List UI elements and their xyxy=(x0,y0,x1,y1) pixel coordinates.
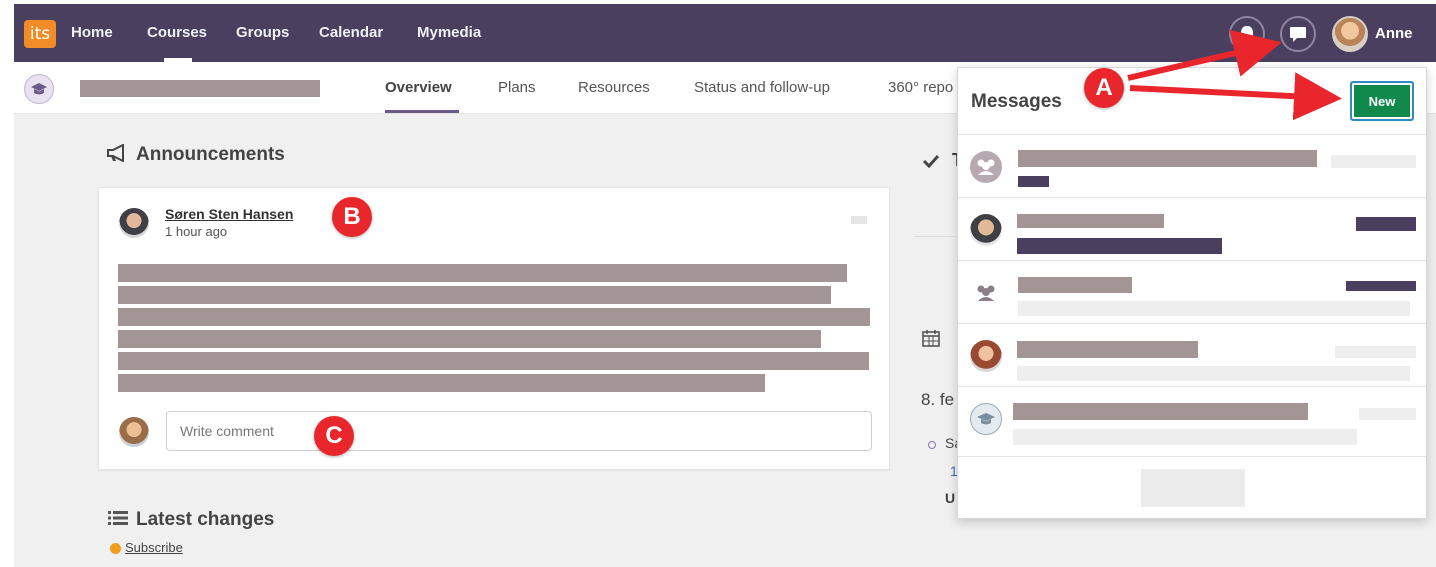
checkmark-icon xyxy=(922,154,940,168)
user-name[interactable]: Anne xyxy=(1375,25,1413,42)
page: its Home Courses Groups Calendar Mymedia… xyxy=(14,4,1436,567)
nav-calendar[interactable]: Calendar xyxy=(319,24,383,41)
sender-avatar xyxy=(970,214,1002,246)
bell-icon xyxy=(1239,26,1255,44)
author-avatar[interactable] xyxy=(119,208,149,238)
post-timestamp: 1 hour ago xyxy=(165,224,228,239)
speech-bubble-icon xyxy=(1290,27,1306,42)
redacted-subject xyxy=(1018,277,1132,293)
nav-courses[interactable]: Courses xyxy=(147,24,207,41)
redacted-preview xyxy=(1013,429,1357,445)
tab-resources[interactable]: Resources xyxy=(578,79,650,96)
message-thread[interactable] xyxy=(958,134,1426,197)
active-tab-indicator xyxy=(385,110,459,113)
megaphone-icon xyxy=(107,143,124,163)
graduation-cap-icon[interactable] xyxy=(24,74,54,104)
top-navigation: its Home Courses Groups Calendar Mymedia… xyxy=(14,4,1436,62)
marker-c: C xyxy=(314,416,354,456)
show-all-messages-button[interactable] xyxy=(1141,469,1245,507)
redacted-subject xyxy=(1018,150,1317,167)
message-thread[interactable] xyxy=(958,197,1426,260)
event-date-partial: 8. fe xyxy=(921,390,955,409)
messages-title: Messages xyxy=(971,91,1062,112)
redacted-text-line xyxy=(118,308,870,326)
nav-mymedia[interactable]: Mymedia xyxy=(417,24,481,41)
redacted-timestamp xyxy=(1356,217,1416,231)
redacted-text-line xyxy=(118,330,821,348)
new-message-button[interactable]: New xyxy=(1350,81,1414,121)
redacted-timestamp xyxy=(1331,155,1416,168)
subscribe-link[interactable]: Subscribe xyxy=(125,540,183,555)
comment-input[interactable] xyxy=(166,411,872,451)
commenter-avatar xyxy=(119,417,149,447)
notifications-button[interactable] xyxy=(1229,16,1265,52)
messages-panel: Messages New xyxy=(957,67,1427,519)
list-icon xyxy=(108,511,128,525)
event-bullet-icon xyxy=(928,441,936,449)
course-title-redacted xyxy=(80,80,320,97)
redacted-subject xyxy=(1017,341,1198,358)
marker-b: B xyxy=(332,197,372,237)
author-name-link[interactable]: Søren Sten Hansen xyxy=(165,206,293,222)
tab-overview[interactable]: Overview xyxy=(385,79,452,96)
sender-avatar xyxy=(970,340,1002,372)
tab-status-follow-up[interactable]: Status and follow-up xyxy=(694,79,830,96)
redacted-preview xyxy=(1018,301,1410,316)
latest-changes-heading-text: Latest changes xyxy=(136,509,275,530)
nav-home[interactable]: Home xyxy=(71,24,113,41)
redacted-text-line xyxy=(118,352,869,370)
graduation-cap-icon xyxy=(970,403,1002,435)
redacted-timestamp xyxy=(1346,281,1416,291)
message-thread[interactable] xyxy=(958,323,1426,386)
announcements-heading: Announcements xyxy=(106,143,285,166)
redacted-preview xyxy=(1017,366,1410,381)
calendar-icon xyxy=(922,330,940,347)
redacted-text-line xyxy=(118,286,831,304)
rss-icon xyxy=(110,543,121,554)
latest-changes-heading: Latest changes xyxy=(108,509,274,531)
redacted-subject xyxy=(1013,403,1308,420)
tab-360-reports[interactable]: 360° repo xyxy=(888,79,953,96)
divider xyxy=(914,236,959,237)
redacted-preview xyxy=(1018,176,1049,187)
redacted-subject xyxy=(1017,214,1164,228)
tab-plans[interactable]: Plans xyxy=(498,79,536,96)
announcement-card: Søren Sten Hansen 1 hour ago xyxy=(98,187,890,470)
message-thread[interactable] xyxy=(958,386,1426,449)
user-avatar[interactable] xyxy=(1332,16,1368,52)
marker-a: A xyxy=(1084,68,1124,108)
announcement-options-icon[interactable] xyxy=(851,216,867,224)
redacted-timestamp xyxy=(1359,408,1416,420)
redacted-text-line xyxy=(118,264,847,282)
redacted-timestamp xyxy=(1335,346,1416,358)
messages-footer xyxy=(958,456,1426,518)
messages-button[interactable] xyxy=(1280,16,1316,52)
message-thread[interactable] xyxy=(958,260,1426,323)
redacted-text-line xyxy=(118,374,765,392)
group-avatar-icon xyxy=(970,277,1002,309)
redacted-preview xyxy=(1017,238,1222,254)
nav-groups[interactable]: Groups xyxy=(236,24,289,41)
event-detail-partial: U xyxy=(945,490,956,506)
announcements-heading-text: Announcements xyxy=(136,144,285,165)
its-logo[interactable]: its xyxy=(24,20,56,48)
group-avatar-icon xyxy=(970,151,1002,183)
